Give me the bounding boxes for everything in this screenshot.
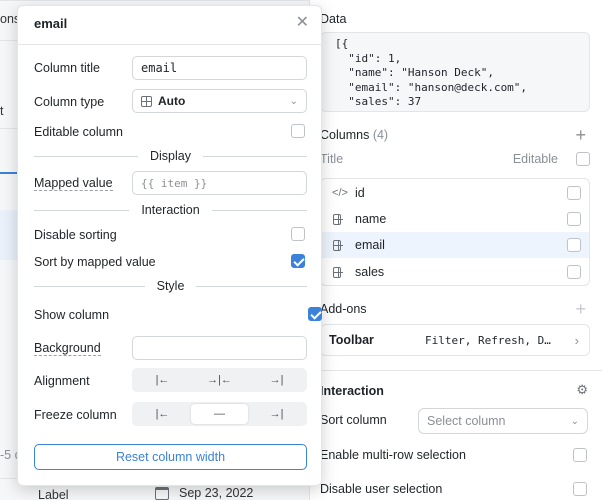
freeze-segmented: |← — →| <box>132 402 307 426</box>
alignment-label: Alignment <box>34 374 90 388</box>
interaction-section-title: Interaction <box>141 203 200 217</box>
sort-mapped-checkbox[interactable] <box>291 254 305 268</box>
column-settings-popover: email ✕ Column title email Column type A… <box>17 5 323 486</box>
mapped-value-label: Mapped value <box>34 176 113 191</box>
style-section-header: Style <box>34 279 308 293</box>
disable-user-checkbox[interactable] <box>573 482 587 496</box>
chevron-right-icon: › <box>574 332 579 348</box>
multi-row-label: Enable multi-row selection <box>320 448 466 462</box>
sort-mapped-label: Sort by mapped value <box>34 255 156 269</box>
columns-header: Title Editable <box>320 152 590 166</box>
freeze-right-icon[interactable]: →| <box>248 404 305 424</box>
cell-date-text: Sep 23, 2022 <box>179 486 254 500</box>
interaction-section-title: Interaction <box>320 384 384 398</box>
mapped-value-input[interactable]: {{ item }} <box>132 171 307 195</box>
column-item-id[interactable]: </> id <box>321 180 589 206</box>
column-item-label: name <box>355 212 387 226</box>
show-column-label: Show column <box>34 308 110 322</box>
cell-date: Sep 23, 2022 <box>155 486 253 500</box>
sort-column-label: Sort column <box>320 413 387 427</box>
align-left-icon[interactable]: |← <box>134 370 191 390</box>
add-addon-icon[interactable]: + <box>575 300 586 318</box>
column-type-select[interactable]: Auto ⌄ <box>132 89 307 113</box>
column-editable-checkbox[interactable] <box>567 238 581 252</box>
sort-column-placeholder: Select column <box>427 414 506 428</box>
editable-column-label: Editable column <box>34 125 123 139</box>
close-icon[interactable]: ✕ <box>296 12 309 32</box>
align-center-icon[interactable]: →|← <box>191 370 248 390</box>
add-column-icon[interactable]: + <box>575 126 586 144</box>
column-title-label: Column title <box>34 61 100 75</box>
background-label: Background <box>34 341 101 356</box>
column-item-label: sales <box>355 265 385 279</box>
code-icon: </> <box>332 187 348 199</box>
chevron-down-icon: ⌄ <box>570 415 579 427</box>
section-divider <box>310 370 602 371</box>
column-item-sales[interactable]: sales <box>321 259 589 285</box>
sort-column-select[interactable]: Select column ⌄ <box>418 408 588 434</box>
grid-icon <box>333 238 347 252</box>
addons-section-title: Add-ons <box>320 302 367 316</box>
column-item-email[interactable]: email <box>321 232 589 258</box>
cell-label: Label <box>38 488 69 500</box>
column-item-label: email <box>355 238 385 252</box>
columns-title-text: Columns <box>320 128 370 142</box>
column-editable-checkbox[interactable] <box>567 186 581 200</box>
alignment-segmented: |← →|← →| <box>132 368 307 392</box>
calendar-icon <box>155 486 169 500</box>
grid-icon <box>141 95 152 107</box>
column-title-input[interactable]: email <box>132 56 307 80</box>
chevron-down-icon: ⌄ <box>289 95 298 107</box>
inspector-panel: Data [{ "id": 1, "name": "Hanson Deck", … <box>310 0 602 500</box>
style-section-title: Style <box>156 279 185 293</box>
column-editable-checkbox[interactable] <box>567 265 581 279</box>
columns-section-title: Columns (4) <box>320 128 388 142</box>
columns-list: </> id name email sales <box>320 178 590 286</box>
column-type-value: Auto <box>158 94 186 108</box>
display-section-title: Display <box>150 149 191 163</box>
row-fragment: t <box>0 104 4 118</box>
toolbar-addon-value: Filter, Refresh, D… <box>425 333 551 347</box>
columns-header-editable: Editable <box>512 152 558 166</box>
freeze-column-label: Freeze column <box>34 408 117 422</box>
selected-row-fragment <box>0 210 17 260</box>
interaction-section-header: Interaction <box>34 203 307 217</box>
sliders-icon[interactable]: ⚙ <box>576 382 588 398</box>
data-section-title: Data <box>320 12 347 26</box>
column-editable-checkbox[interactable] <box>567 212 581 226</box>
display-section-header: Display <box>34 149 307 163</box>
toolbar-addon-label: Toolbar <box>329 333 374 347</box>
toolbar-addon[interactable]: Toolbar Filter, Refresh, D… › <box>320 324 590 356</box>
reset-column-width-button[interactable]: Reset column width <box>34 444 307 470</box>
grid-icon <box>333 212 347 226</box>
editable-all-checkbox[interactable] <box>576 152 590 166</box>
show-column-checkbox[interactable] <box>308 307 323 321</box>
popover-header-divider <box>18 44 323 45</box>
align-right-icon[interactable]: →| <box>248 370 305 390</box>
background-input[interactable] <box>132 336 307 360</box>
disable-sorting-checkbox[interactable] <box>291 227 305 241</box>
column-item-label: id <box>355 186 365 200</box>
disable-user-label: Disable user selection <box>320 482 443 496</box>
disable-sorting-label: Disable sorting <box>34 228 117 242</box>
columns-count: (4) <box>372 128 389 142</box>
popover-title: email <box>34 16 68 31</box>
columns-header-title: Title <box>320 152 344 166</box>
json-editor[interactable]: [{ "id": 1, "name": "Hanson Deck", "emai… <box>320 32 590 112</box>
grid-icon <box>333 265 347 279</box>
freeze-left-icon[interactable]: |← <box>134 404 191 424</box>
column-type-label: Column type <box>34 95 105 109</box>
freeze-none-icon[interactable]: — <box>191 404 248 424</box>
multi-row-checkbox[interactable] <box>573 448 587 462</box>
column-item-name[interactable]: name <box>321 206 589 232</box>
editable-column-checkbox[interactable] <box>291 124 305 138</box>
